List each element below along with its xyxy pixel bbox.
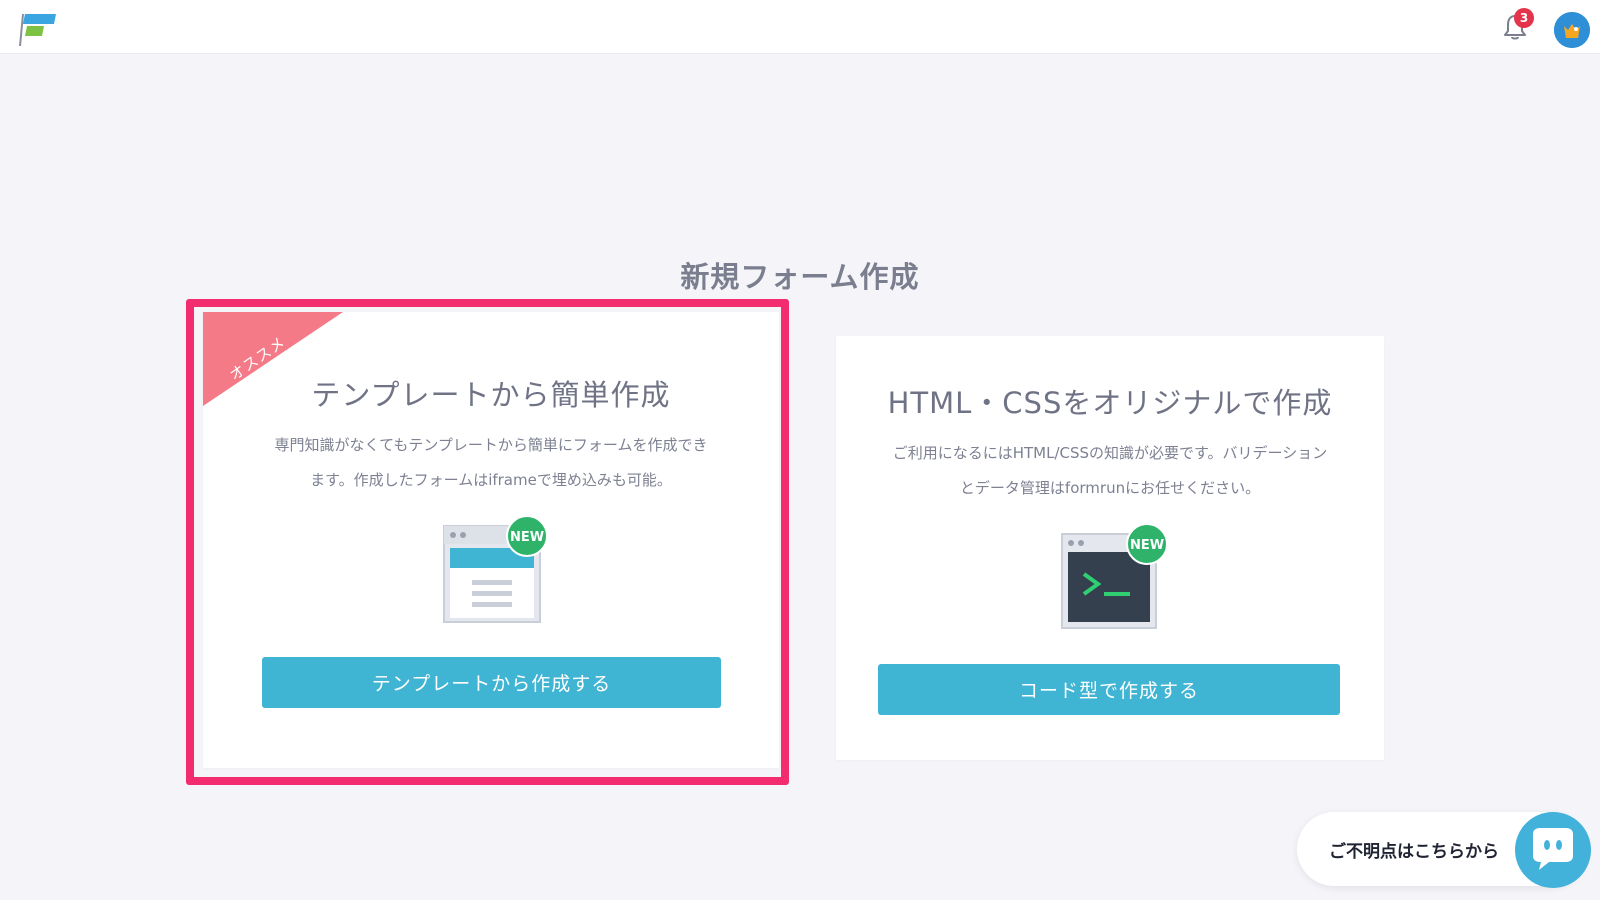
card-description: ご利用になるにはHTML/CSSの知識が必要です。バリデーション とデータ管理は… <box>876 436 1344 506</box>
formrun-logo[interactable] <box>18 12 58 46</box>
top-bar: 3 <box>0 0 1600 54</box>
help-label[interactable]: ご不明点はこちらから <box>1329 837 1499 862</box>
new-badge: NEW <box>1126 523 1168 565</box>
avatar[interactable] <box>1554 12 1590 48</box>
chat-button[interactable] <box>1515 812 1591 888</box>
card-title: HTML・CSSをオリジナルで作成 <box>887 386 1333 420</box>
card-description-line: 専門知識がなくてもテンプレートから簡単にフォームを作成でき <box>274 436 708 454</box>
chat-bubble-icon <box>1533 828 1573 870</box>
card-description-line: ご利用になるにはHTML/CSSの知識が必要です。バリデーション <box>892 444 1328 462</box>
create-with-code-button[interactable]: コード型で作成する <box>878 664 1340 715</box>
card-description-line: とデータ管理はformrunにお任せください。 <box>959 479 1261 497</box>
page-title: 新規フォーム作成 <box>680 260 920 294</box>
code-card[interactable]: HTML・CSSをオリジナルで作成 ご利用になるにはHTML/CSSの知識が必要… <box>836 336 1384 760</box>
notification-badge: 3 <box>1514 8 1534 28</box>
card-title: テンプレートから簡単作成 <box>311 378 671 412</box>
create-from-template-button[interactable]: テンプレートから作成する <box>262 657 721 708</box>
card-description: 専門知識がなくてもテンプレートから簡単にフォームを作成でき ます。作成したフォー… <box>243 428 739 498</box>
new-badge: NEW <box>506 515 548 557</box>
template-card[interactable]: オススメ テンプレートから簡単作成 専門知識がなくてもテンプレートから簡単にフォ… <box>203 312 779 768</box>
card-description-line: ます。作成したフォームはiframeで埋め込みも可能。 <box>310 471 672 489</box>
